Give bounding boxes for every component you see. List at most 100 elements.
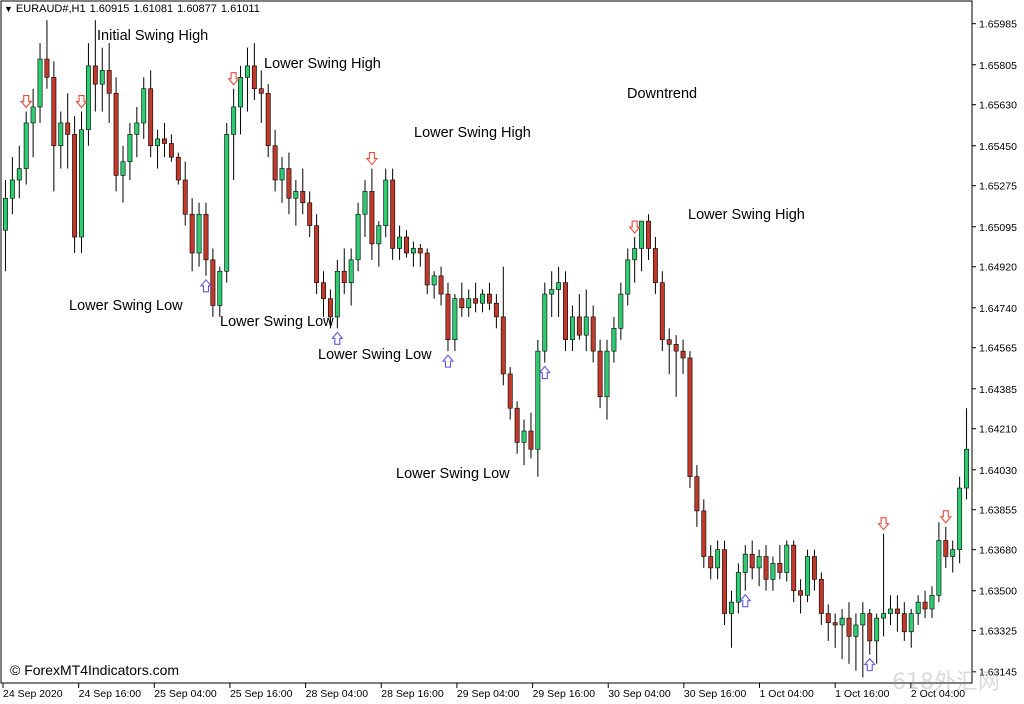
candle-body	[583, 316, 589, 336]
time-tick-label: 29 Sep 16:00	[533, 688, 596, 700]
candle-body	[376, 225, 382, 245]
candle	[217, 266, 223, 317]
candle-body	[321, 282, 326, 299]
time-tick-label: 30 Sep 04:00	[608, 688, 671, 700]
candle	[832, 613, 838, 648]
candle	[611, 316, 617, 363]
candle-body	[784, 544, 790, 573]
candle-body	[742, 553, 748, 573]
price-chart[interactable]: 1.65985 1.65805 1.65630 1.65450 1.65275 1.650…	[0, 0, 1024, 704]
candle	[652, 237, 658, 295]
candle	[957, 476, 963, 564]
annotation-lower-swing-low-3: Lower Swing Low	[318, 347, 432, 363]
candle-body	[853, 624, 859, 637]
candle	[687, 351, 693, 489]
price-tick-label: 1.63855	[979, 505, 1017, 517]
candle-body	[51, 77, 57, 147]
time-tick-label: 1 Oct 04:00	[760, 688, 814, 700]
candle	[162, 122, 167, 158]
candle	[839, 608, 845, 660]
dropdown-triangle-icon[interactable]: ▼	[4, 4, 13, 14]
candle-body	[410, 248, 416, 254]
candle-body	[92, 65, 98, 85]
candle-body	[929, 594, 935, 610]
swing-low-arrow-icon	[739, 593, 752, 608]
candle	[908, 608, 914, 648]
candle-body	[708, 556, 714, 569]
candle-body	[9, 179, 15, 199]
candle-body	[16, 168, 22, 181]
candle	[9, 157, 15, 215]
candle	[493, 294, 499, 329]
candle	[348, 248, 354, 306]
candle	[3, 179, 8, 272]
candle-body	[286, 168, 292, 199]
candle	[424, 248, 430, 295]
candle	[943, 526, 949, 568]
candle	[549, 271, 555, 317]
candle-body	[466, 298, 472, 309]
candle-body	[480, 293, 485, 304]
candle-body	[182, 179, 188, 215]
time-tick-label: 24 Sep 16:00	[79, 688, 142, 700]
candle-body	[65, 122, 71, 135]
candle	[701, 499, 707, 568]
candle	[915, 595, 921, 625]
swing-high-arrow-icon	[365, 152, 379, 166]
candle-body	[943, 540, 949, 557]
candle	[867, 608, 873, 655]
candle	[535, 339, 541, 477]
candle	[251, 43, 257, 101]
candle-body	[881, 613, 887, 619]
price-tick-label: 1.64385	[979, 384, 1017, 396]
candle	[597, 339, 603, 409]
candle-body	[915, 601, 921, 614]
candle-body	[639, 220, 645, 249]
candle-body	[694, 476, 700, 512]
candle	[390, 168, 396, 260]
candle	[964, 408, 969, 500]
candle-body	[701, 510, 707, 557]
candle-body	[162, 138, 167, 144]
open-value: 1.60915	[89, 3, 130, 15]
swing-high-arrow-icon	[75, 94, 88, 109]
candle	[58, 111, 64, 169]
candle-body	[652, 248, 658, 283]
candle-body	[625, 259, 631, 295]
candle	[383, 168, 389, 238]
candle-body	[888, 608, 893, 614]
candle	[307, 191, 313, 238]
candle	[293, 179, 299, 226]
candle	[238, 65, 243, 135]
price-tick-label: 1.65805	[979, 60, 1017, 72]
swing-high-arrow-icon	[628, 220, 641, 234]
candle	[438, 266, 444, 306]
candle-body	[417, 248, 423, 254]
candle	[231, 88, 237, 180]
price-tick-label: 1.65985	[979, 19, 1017, 31]
watermark-label: 618外汇网	[892, 670, 1000, 695]
swing-high-arrow-icon	[939, 510, 952, 524]
candle	[715, 540, 721, 580]
candle-body	[957, 487, 963, 550]
candle	[480, 289, 485, 313]
candle	[279, 157, 285, 203]
price-tick-label: 1.65275	[979, 181, 1017, 193]
swing-low-arrow-icon	[863, 657, 876, 672]
time-axis: 24 Sep 2020 24 Sep 16:00 25 Sep 04:00 25 Se…	[2, 683, 965, 700]
candle	[341, 248, 347, 295]
candle-body	[99, 70, 105, 85]
candle	[798, 579, 804, 614]
annotation-initial-swing-high: Initial Swing High	[97, 28, 209, 44]
candle	[853, 613, 859, 671]
price-axis: 1.65985 1.65805 1.65630 1.65450 1.65275 1.650…	[972, 19, 1017, 679]
candle-body	[763, 556, 769, 580]
swing-arrows-layer	[20, 72, 952, 672]
candle-body	[735, 572, 741, 603]
annotation-lower-swing-low-4: Lower Swing Low	[396, 466, 510, 482]
candle	[51, 61, 57, 192]
candle-body	[659, 282, 665, 341]
candle-body	[611, 328, 617, 352]
low-value: 1.60877	[177, 3, 217, 15]
candle-body	[687, 357, 693, 477]
